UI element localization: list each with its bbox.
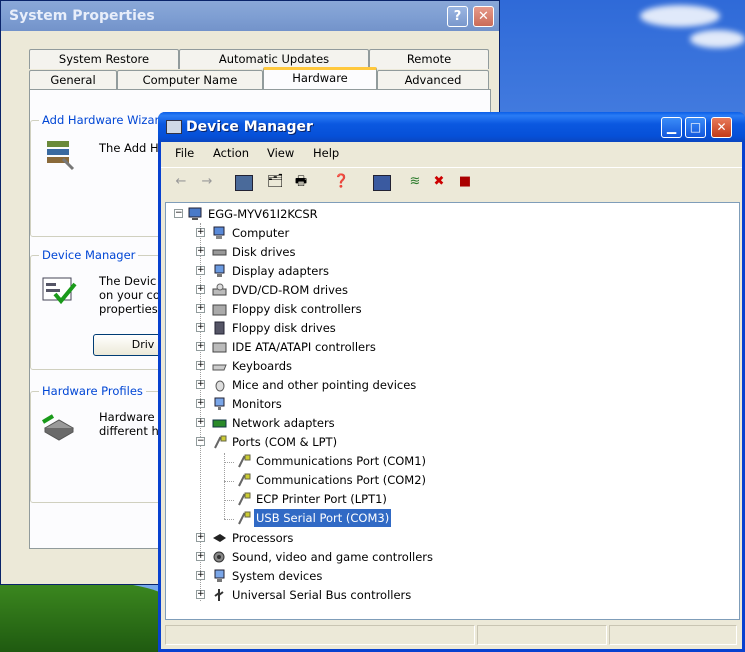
port-icon	[214, 435, 227, 449]
expand-icon[interactable]: +	[196, 552, 205, 561]
mouse-icon	[215, 380, 225, 392]
tree-guide-line	[224, 519, 234, 520]
cloud	[640, 5, 720, 27]
expand-icon[interactable]: +	[196, 323, 205, 332]
cloud	[690, 30, 745, 48]
minimize-button[interactable]: ▁	[661, 117, 682, 138]
forward-icon[interactable]: →	[199, 175, 215, 189]
status-pane	[477, 625, 607, 645]
add-hardware-wizard-icon	[47, 141, 75, 171]
display-adapter-icon	[214, 264, 225, 277]
device-manager-icon	[42, 277, 77, 305]
menu-bar: File Action View Help	[161, 142, 742, 164]
menu-help[interactable]: Help	[313, 146, 339, 160]
help-button[interactable]: ?	[447, 6, 468, 27]
expand-icon[interactable]: +	[196, 533, 205, 542]
expand-icon[interactable]: +	[196, 418, 205, 427]
computer-icon	[188, 207, 202, 220]
collapse-icon[interactable]: −	[174, 209, 183, 218]
disable-icon[interactable]: ■	[457, 175, 473, 189]
tab-remote[interactable]: Remote	[369, 49, 489, 69]
status-pane	[165, 625, 475, 645]
expand-icon[interactable]: +	[196, 590, 205, 599]
print-icon[interactable]: 🖶	[293, 175, 309, 189]
port-icon	[238, 473, 251, 487]
maximize-button[interactable]: □	[685, 117, 706, 138]
port-icon	[238, 492, 251, 506]
device-tree[interactable]: − EGG-MYV61I2KCSR + Computer + Disk drives…	[165, 202, 740, 620]
close-button[interactable]: ✕	[711, 117, 732, 138]
processor-icon	[213, 534, 226, 542]
tab-general[interactable]: General	[29, 70, 117, 90]
computer-icon	[213, 226, 225, 239]
tree-guide-line	[224, 462, 234, 463]
group-label: Device Manager	[39, 248, 139, 262]
expand-icon[interactable]: +	[196, 285, 205, 294]
status-bar	[165, 623, 740, 647]
expand-icon[interactable]: +	[196, 380, 205, 389]
menu-file[interactable]: File	[175, 146, 194, 160]
green-hill	[0, 580, 170, 652]
hardware-profiles-description: Hardware p different h	[99, 410, 165, 438]
tab-computer-name[interactable]: Computer Name	[117, 70, 263, 90]
show-hide-console-tree-icon[interactable]	[235, 175, 253, 191]
system-properties-title-bar[interactable]: System Properties ? ✕	[1, 1, 499, 31]
window-title: System Properties	[9, 8, 155, 24]
hardware-profiles-icon	[41, 414, 75, 441]
cd-drive-icon	[212, 283, 227, 296]
group-label: Hardware Profiles	[39, 384, 146, 398]
tab-advanced[interactable]: Advanced	[377, 70, 489, 90]
tree-guide-line	[224, 481, 234, 482]
network-adapter-icon	[212, 419, 227, 428]
scan-hardware-icon[interactable]	[373, 175, 391, 191]
expand-icon[interactable]: +	[196, 228, 205, 237]
status-pane	[609, 625, 737, 645]
uninstall-icon[interactable]: ✖	[431, 175, 447, 189]
expand-icon[interactable]: +	[196, 571, 205, 580]
usb-icon	[214, 589, 224, 601]
tab-automatic-updates[interactable]: Automatic Updates	[179, 49, 369, 69]
floppy-drive-icon	[214, 321, 225, 335]
tab-hardware[interactable]: Hardware	[263, 67, 377, 89]
add-hardware-description: The Add H	[99, 141, 159, 155]
device-manager-title-bar[interactable]: Device Manager ▁ □ ✕	[158, 112, 745, 142]
disk-drive-icon	[212, 249, 227, 256]
floppy-controller-icon	[212, 304, 227, 316]
device-manager-description: The Devic on your co properties	[99, 274, 160, 316]
tree-guide-line	[200, 223, 201, 601]
tab-system-restore[interactable]: System Restore	[29, 49, 179, 69]
port-icon	[238, 454, 251, 468]
close-button[interactable]: ✕	[473, 6, 494, 27]
toolbar: ← → 🗂 🖶 ❓ ≋ ✖ ■	[161, 167, 742, 196]
ide-controller-icon	[212, 342, 227, 353]
collapse-icon[interactable]: −	[196, 437, 205, 446]
expand-icon[interactable]: +	[196, 304, 205, 313]
expand-icon[interactable]: +	[196, 342, 205, 351]
menu-view[interactable]: View	[267, 146, 294, 160]
monitor-icon	[214, 397, 225, 410]
port-icon	[238, 511, 251, 525]
update-driver-icon[interactable]: ≋	[407, 175, 423, 189]
expand-icon[interactable]: +	[196, 361, 205, 370]
keyboard-icon	[212, 364, 227, 371]
system-device-icon	[214, 569, 225, 582]
help-icon[interactable]: ❓	[333, 175, 349, 189]
menu-action[interactable]: Action	[213, 146, 249, 160]
expand-icon[interactable]: +	[196, 266, 205, 275]
group-label: Add Hardware Wizard	[39, 113, 170, 127]
expand-icon[interactable]: +	[196, 399, 205, 408]
window-title: Device Manager	[186, 119, 313, 135]
device-manager-window[interactable]: Device Manager ▁ □ ✕ File Action View He…	[158, 112, 745, 652]
sound-icon	[213, 551, 225, 563]
expand-icon[interactable]: +	[196, 247, 205, 256]
tree-guide-line	[224, 500, 234, 501]
back-icon[interactable]: ←	[173, 175, 189, 189]
device-manager-app-icon	[166, 120, 182, 134]
properties-icon[interactable]: 🗂	[267, 175, 284, 189]
